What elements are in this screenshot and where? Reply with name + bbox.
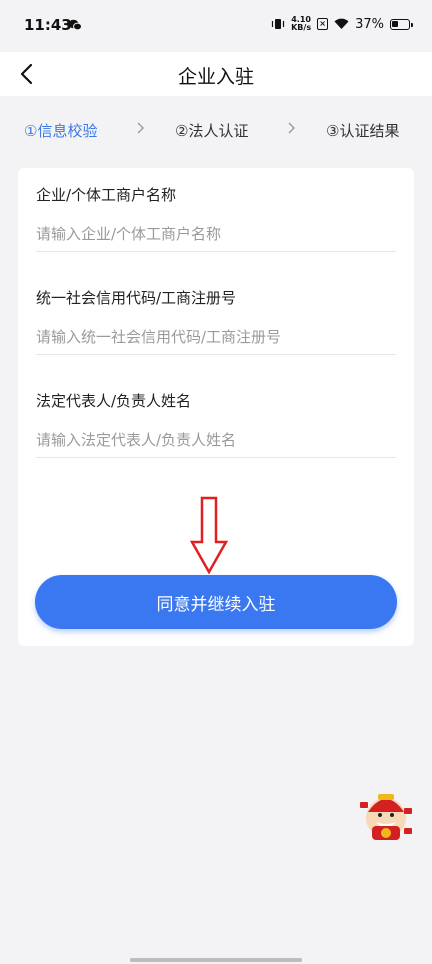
nav-bar: 企业入驻 — [0, 52, 432, 96]
battery-icon — [390, 18, 413, 30]
network-speed: 4.10 KB/s — [291, 16, 311, 32]
wechat-icon — [68, 19, 82, 31]
company-name-label: 企业/个体工商户名称 — [36, 186, 177, 204]
credit-code-input[interactable] — [36, 319, 396, 355]
chevron-right-icon — [288, 122, 295, 134]
status-icons: 4.10 KB/s × 37% — [271, 16, 413, 32]
step-3-label: ③认证结果 — [326, 122, 400, 140]
legal-rep-label: 法定代表人/负责人姓名 — [36, 392, 192, 410]
agree-continue-button[interactable]: 同意并继续入驻 — [35, 575, 397, 629]
step-2-label: ②法人认证 — [175, 122, 249, 140]
step-indicator: ①信息校验 ②法人认证 ③认证结果 — [0, 96, 432, 162]
wifi-icon — [334, 18, 349, 29]
vibrate-icon — [272, 19, 285, 29]
step-1-label: ①信息校验 — [24, 122, 98, 140]
legal-rep-input[interactable] — [36, 422, 396, 458]
status-bar: 11:43 4.10 KB/s × 37% — [0, 0, 432, 52]
home-indicator[interactable] — [130, 958, 302, 962]
annotation-arrow-icon — [190, 496, 228, 574]
status-time: 11:43 — [24, 16, 72, 34]
battery-percent: 37% — [355, 16, 384, 32]
network-speed-unit: KB/s — [291, 23, 312, 32]
company-name-input[interactable] — [36, 216, 396, 252]
chevron-right-icon — [137, 122, 144, 134]
page-title: 企业入驻 — [177, 66, 254, 88]
mascot-icon[interactable] — [358, 788, 414, 842]
credit-code-label: 统一社会信用代码/工商注册号 — [36, 289, 237, 307]
notification-x-icon: × — [317, 18, 329, 30]
